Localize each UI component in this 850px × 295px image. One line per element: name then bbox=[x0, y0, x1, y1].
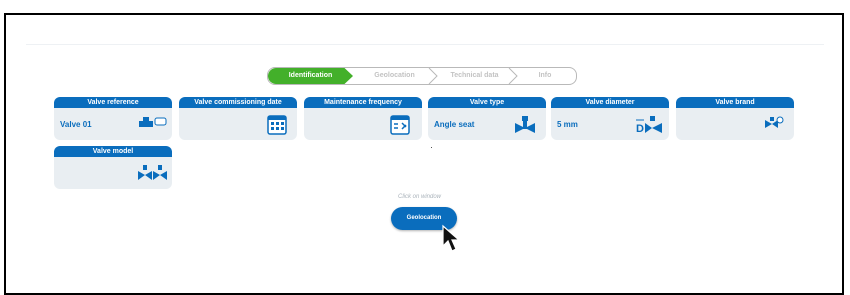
card-maintenance-frequency[interactable]: Maintenance frequency bbox=[304, 97, 422, 140]
mouse-cursor-icon bbox=[442, 224, 461, 252]
card-valve-commissioning-date[interactable]: Valve commissioning date bbox=[179, 97, 297, 140]
card-valve-type[interactable]: Valve type Angle seat bbox=[428, 97, 546, 140]
progress-stepper: Identification Geolocation Technical dat… bbox=[267, 67, 577, 85]
card-valve-model[interactable]: Valve model bbox=[54, 146, 172, 189]
card-title: Valve model bbox=[54, 146, 172, 157]
card-title: Valve type bbox=[428, 97, 546, 108]
card-title: Valve diameter bbox=[551, 97, 669, 108]
angle-seat-valve-icon bbox=[515, 116, 535, 133]
stray-dot bbox=[431, 147, 432, 148]
card-title: Valve commissioning date bbox=[179, 97, 297, 108]
calendar-frequency-icon bbox=[390, 115, 410, 135]
valve-tag-icon bbox=[139, 117, 167, 127]
calendar-grid-icon bbox=[267, 115, 287, 135]
step-geolocation[interactable]: Geolocation bbox=[356, 68, 433, 84]
step-info[interactable]: Info bbox=[516, 68, 574, 84]
header-divider bbox=[26, 44, 824, 45]
card-valve-brand[interactable]: Valve brand bbox=[676, 97, 794, 140]
card-valve-reference[interactable]: Valve reference Valve 01 bbox=[54, 97, 172, 140]
step-technical-data[interactable]: Technical data bbox=[436, 68, 513, 84]
card-valve-diameter[interactable]: Valve diameter 5 mm D bbox=[551, 97, 669, 140]
model-valve-icon bbox=[138, 165, 167, 180]
card-value: 5 mm bbox=[557, 120, 578, 129]
svg-text:D: D bbox=[636, 123, 644, 135]
step-identification[interactable]: Identification bbox=[268, 68, 353, 84]
hint-text: Click on window bbox=[398, 194, 442, 200]
brand-valve-icon bbox=[765, 116, 784, 128]
card-value: Valve 01 bbox=[60, 120, 92, 129]
card-title: Maintenance frequency bbox=[304, 97, 422, 108]
diameter-valve-icon: D bbox=[636, 116, 662, 135]
card-title: Valve brand bbox=[676, 97, 794, 108]
card-title: Valve reference bbox=[54, 97, 172, 108]
card-value: Angle seat bbox=[434, 120, 475, 129]
